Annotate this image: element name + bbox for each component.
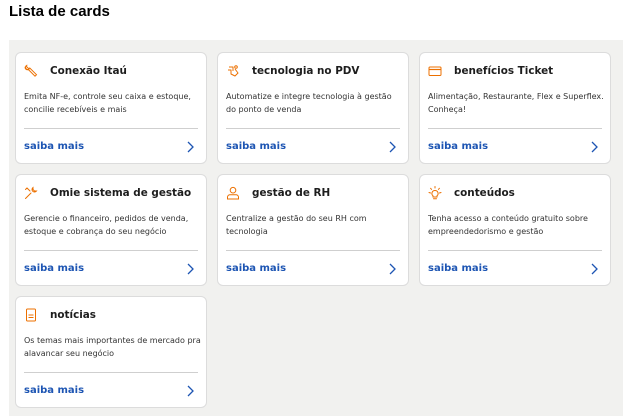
card-title: conteúdos: [454, 187, 515, 199]
card-description: Automatize e integre tecnologia à gestão…: [226, 92, 392, 114]
saiba-mais-link[interactable]: saiba mais: [16, 373, 206, 408]
page-title: Lista de cards: [9, 3, 110, 20]
card-description: Tenha acesso a conteúdo gratuito sobre e…: [428, 214, 588, 236]
wrench-icon: [24, 64, 38, 77]
card-omie: Omie sistema de gestão Gerencie o financ…: [15, 174, 207, 286]
link-label: saiba mais: [428, 141, 489, 152]
card-conteudos: conteúdos Tenha acesso a conteúdo gratui…: [419, 174, 611, 286]
saiba-mais-link[interactable]: saiba mais: [16, 129, 206, 164]
link-label: saiba mais: [24, 141, 85, 152]
card-title: Omie sistema de gestão: [50, 187, 192, 199]
chevron-right-icon: [591, 263, 598, 275]
card-title: benefícios Ticket: [454, 65, 554, 77]
card-description: Centralize a gestão do seu RH com tecnol…: [226, 214, 367, 236]
lightbulb-icon: [428, 186, 442, 200]
card-conexao-itau: Conexão Itaú Emita NF-e, controle seu ca…: [15, 52, 207, 164]
saiba-mais-link[interactable]: saiba mais: [218, 129, 408, 164]
chevron-right-icon: [389, 141, 396, 153]
saiba-mais-link[interactable]: saiba mais: [420, 251, 610, 286]
card-title: Conexão Itaú: [50, 65, 127, 77]
link-label: saiba mais: [24, 263, 85, 274]
card-gestao-rh: gestão de RH Centralize a gestão do seu …: [217, 174, 409, 286]
card-tecnologia-pdv: tecnologia no PDV Automatize e integre t…: [217, 52, 409, 164]
chevron-right-icon: [187, 263, 194, 275]
card-description: Emita NF-e, controle seu caixa e estoque…: [24, 92, 191, 114]
card-title: notícias: [50, 309, 96, 321]
card-title: tecnologia no PDV: [252, 65, 360, 77]
link-label: saiba mais: [24, 385, 85, 396]
cards-panel: Conexão Itaú Emita NF-e, controle seu ca…: [9, 40, 623, 416]
card-title: gestão de RH: [252, 187, 331, 199]
card-icon: [428, 66, 442, 76]
card-description: Gerencie o financeiro, pedidos de venda,…: [24, 214, 189, 236]
link-label: saiba mais: [428, 263, 489, 274]
person-icon: [227, 186, 239, 200]
card-description: Os temas mais importantes de mercado pra…: [24, 336, 201, 358]
card-noticias: notícias Os temas mais importantes de me…: [15, 296, 207, 408]
chevron-right-icon: [591, 141, 598, 153]
link-label: saiba mais: [226, 141, 287, 152]
card-beneficios-ticket: benefícios Ticket Alimentação, Restauran…: [419, 52, 611, 164]
tools-icon: [25, 186, 38, 199]
document-icon: [26, 308, 36, 322]
chevron-right-icon: [187, 385, 194, 397]
tech-hand-icon: [228, 65, 239, 77]
card-description: Alimentação, Restaurante, Flex e Superfl…: [428, 92, 604, 114]
chevron-right-icon: [389, 263, 396, 275]
saiba-mais-link[interactable]: saiba mais: [420, 129, 610, 164]
chevron-right-icon: [187, 141, 194, 153]
saiba-mais-link[interactable]: saiba mais: [218, 251, 408, 286]
link-label: saiba mais: [226, 263, 287, 274]
saiba-mais-link[interactable]: saiba mais: [16, 251, 206, 286]
